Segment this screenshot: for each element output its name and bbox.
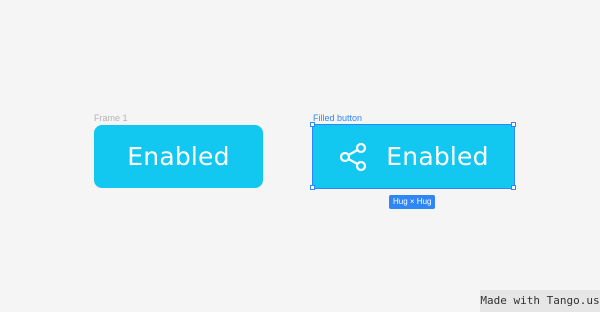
resize-handle-top-left[interactable] [310, 122, 315, 127]
resize-handle-top-right[interactable] [511, 122, 516, 127]
frame-1-label[interactable]: Frame 1 [94, 113, 128, 123]
tango-watermark: Made with Tango.us [480, 290, 600, 312]
size-badge: Hug × Hug [389, 195, 436, 209]
share-icon [340, 142, 367, 171]
filled-button-label: Enabled [386, 142, 489, 171]
filled-button[interactable]: Enabled [312, 124, 515, 189]
resize-handle-bottom-right[interactable] [511, 185, 516, 190]
frame-1-button[interactable]: Enabled [94, 125, 263, 188]
frame-1-button-label: Enabled [127, 142, 230, 171]
resize-handle-bottom-left[interactable] [310, 185, 315, 190]
filled-button-layer-label[interactable]: Filled button [313, 113, 362, 123]
